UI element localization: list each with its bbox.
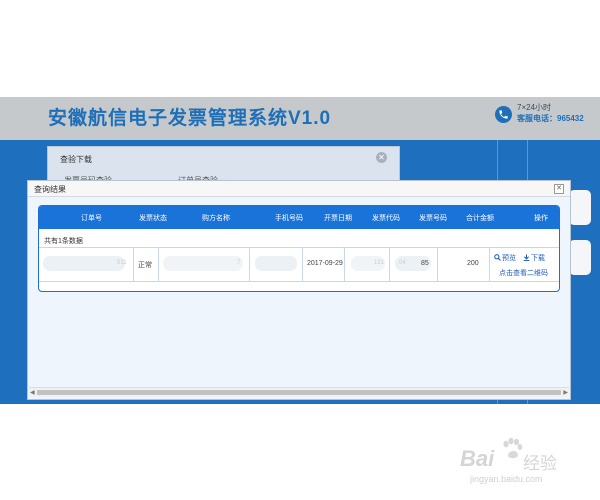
column-header-number: 发票号码 xyxy=(419,215,447,222)
search-icon xyxy=(494,254,501,261)
record-count: 共有1条数据 xyxy=(44,238,83,245)
column-divider xyxy=(489,248,490,281)
service-hours: 7×24小时 xyxy=(517,103,552,112)
app-header: 安徽航信电子发票管理系统V1.0 7×24小时 客服电话：965432 xyxy=(0,97,600,140)
watermark-url: jingyan.baidu.com xyxy=(470,474,543,484)
column-header-buyer: 购方名称 xyxy=(202,215,230,222)
column-header-order-no: 订单号 xyxy=(81,215,102,222)
background-panel xyxy=(569,240,591,275)
column-header-issue-date: 开票日期 xyxy=(324,215,352,222)
close-icon[interactable]: ✕ xyxy=(376,152,387,163)
scroll-right-icon[interactable]: ▶ xyxy=(563,389,568,396)
column-header-status: 发票状态 xyxy=(139,215,167,222)
total-amount: 200 xyxy=(467,260,479,267)
table-header: 订单号 发票状态 购方名称 手机号码 开票日期 发票代码 发票号码 合计金额 操… xyxy=(39,206,559,229)
query-result-modal: 查询结果 ✕ 订单号 发票状态 购方名称 手机号码 开票日期 发票代码 发票号码… xyxy=(27,180,571,400)
column-divider xyxy=(249,248,250,281)
preview-link[interactable]: 预览 xyxy=(494,253,516,263)
modal-titlebar: 查询结果 ✕ xyxy=(28,181,570,197)
baidu-paw-logo xyxy=(503,437,523,459)
invoice-status: 正常 xyxy=(138,262,152,269)
result-table: 订单号 发票状态 购方名称 手机号码 开票日期 发票代码 发票号码 合计金额 操… xyxy=(38,205,560,292)
column-header-actions: 操作 xyxy=(534,215,548,222)
redacted-order-no xyxy=(43,256,125,271)
close-icon[interactable]: ✕ xyxy=(554,184,564,194)
redacted-phone xyxy=(255,256,297,271)
table-row: 511 正常 7 2017-09-29 191 04 85 200 预览 下载 … xyxy=(39,247,559,282)
redacted-buyer xyxy=(163,256,243,271)
column-divider xyxy=(437,248,438,281)
number-fragment: 04 xyxy=(399,260,406,266)
download-icon xyxy=(523,254,530,261)
column-divider xyxy=(389,248,390,281)
order-no-fragment: 511 xyxy=(117,260,127,266)
horizontal-scrollbar[interactable]: ◀ ▶ xyxy=(29,387,569,397)
preview-label: 预览 xyxy=(502,255,516,262)
code-fragment: 191 xyxy=(374,260,385,266)
watermark-experience: 经验 xyxy=(523,454,557,473)
column-header-phone: 手机号码 xyxy=(275,215,303,222)
column-divider xyxy=(344,248,345,281)
number-fragment: 85 xyxy=(421,260,429,267)
column-divider xyxy=(158,248,159,281)
download-label: 下载 xyxy=(531,255,545,262)
phone-icon xyxy=(495,106,512,123)
column-header-total: 合计金额 xyxy=(466,215,494,222)
view-qr-link[interactable]: 点击查看二维码 xyxy=(499,268,548,278)
column-header-code: 发票代码 xyxy=(372,215,400,222)
download-link[interactable]: 下载 xyxy=(523,253,545,263)
verify-download-title: 查验下载 xyxy=(60,155,92,164)
watermark-brand: Bai xyxy=(460,446,495,471)
column-divider xyxy=(133,248,134,281)
buyer-fragment: 7 xyxy=(237,260,241,266)
app-title: 安徽航信电子发票管理系统V1.0 xyxy=(48,108,332,129)
column-divider xyxy=(302,248,303,281)
background-panel xyxy=(569,190,591,225)
modal-title: 查询结果 xyxy=(34,185,66,194)
issue-date: 2017-09-29 xyxy=(307,260,343,267)
scroll-left-icon[interactable]: ◀ xyxy=(30,389,35,396)
scrollbar-thumb[interactable] xyxy=(37,390,561,395)
service-phone: 客服电话：965432 xyxy=(517,114,584,123)
